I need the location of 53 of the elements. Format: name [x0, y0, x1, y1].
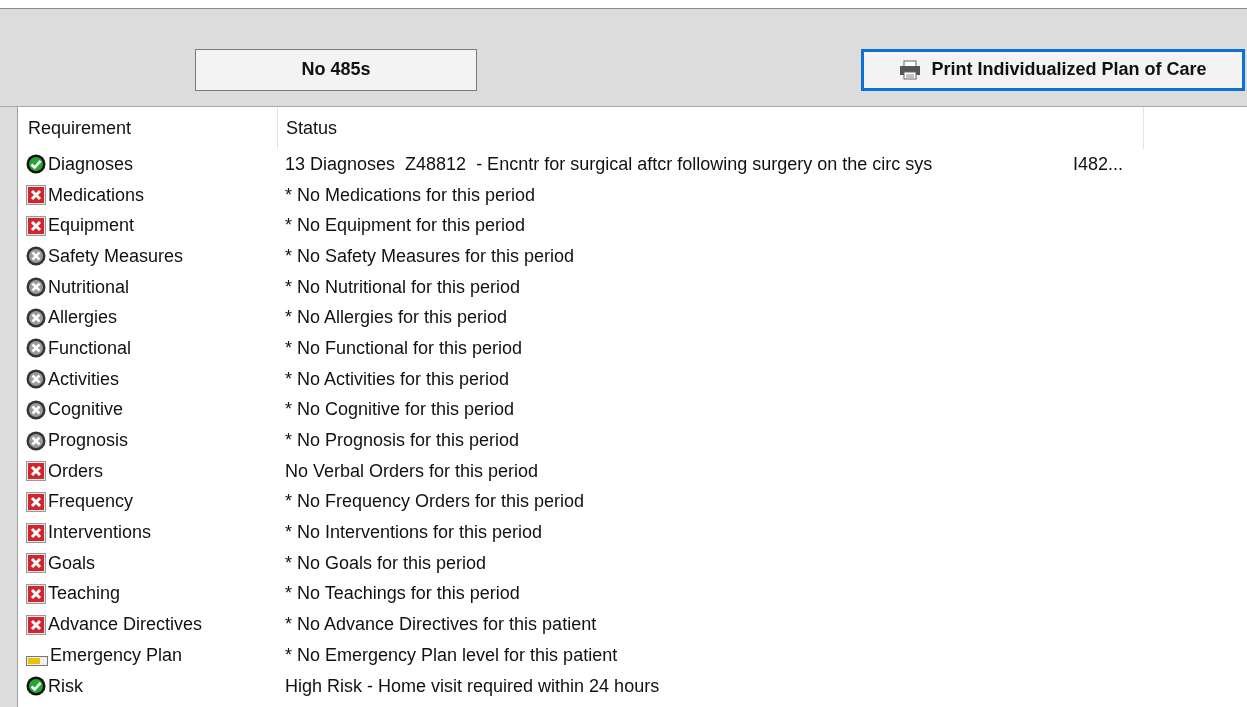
status-cell-text: High Risk - Home visit required within 24 hours	[284, 674, 661, 698]
status-cell-text: * No Safety Measures for this period	[284, 244, 576, 268]
error-icon	[26, 215, 46, 236]
error-icon	[26, 583, 46, 604]
status-cell-text: 13 Diagnoses Z48812 - Encntr for surgical aftcr following surgery on the circ sys	[284, 152, 934, 176]
no-485s-button[interactable]: No 485s	[195, 48, 477, 91]
status-cell-text: * No Frequency Orders for this period	[284, 490, 586, 514]
status-cell-text: * No Prognosis for this period	[284, 429, 521, 453]
status-cell-text: * No Teachings for this period	[284, 582, 521, 606]
error-icon	[26, 185, 46, 206]
status-cell-text: * No Advance Directives for this patient	[284, 613, 598, 637]
status-cell-text: * No Medications for this period	[284, 183, 537, 207]
code-cell-text: I482...	[1073, 152, 1125, 176]
requirement-cell-text: Goals	[48, 551, 96, 575]
error-icon	[26, 522, 46, 543]
printer-icon	[899, 59, 922, 80]
status-cell-text: * No Equipment for this period	[284, 214, 527, 238]
column-header[interactable]: Status	[277, 107, 1144, 149]
status-cell-text: * No Emergency Plan level for this patient	[284, 643, 619, 667]
requirement-cell-text: Allergies	[48, 306, 118, 330]
requirement-cell-text: Prognosis	[48, 429, 129, 453]
requirement-cell-text: Advance Directives	[48, 613, 203, 637]
status-cell-text: * No Activities for this period	[284, 367, 511, 391]
requirement-cell-text: Nutritional	[48, 275, 130, 299]
requirement-cell-text: Activities	[48, 367, 119, 391]
requirement-cell-text: Risk	[48, 674, 83, 698]
error-icon	[26, 491, 46, 512]
print-button[interactable]: Print Individualized Plan of Care	[861, 48, 1245, 91]
status-cell-text: * No Nutritional for this period	[284, 275, 522, 299]
error-icon	[26, 461, 46, 482]
status-cell-text: * No Interventions for this period	[284, 521, 544, 545]
status-cell-text: No Verbal Orders for this period	[284, 459, 540, 483]
error-icon	[26, 553, 46, 574]
requirement-cell-text: Functional	[48, 336, 132, 360]
battery-icon	[26, 655, 48, 666]
status-cell-text: * No Allergies for this period	[284, 306, 509, 330]
requirement-cell-text: Diagnoses	[48, 152, 134, 176]
requirement-cell-text: Emergency Plan	[50, 643, 183, 667]
check-icon	[26, 154, 46, 175]
requirement-cell-text: Frequency	[48, 490, 134, 514]
error-icon	[26, 614, 46, 635]
status-cell-text: * No Cognitive for this period	[284, 398, 516, 422]
requirement-cell-text: Safety Measures	[48, 244, 184, 268]
requirement-cell-text: Medications	[48, 183, 145, 207]
column-header[interactable]: Requirement	[26, 114, 277, 142]
requirement-cell-text: Teaching	[48, 582, 121, 606]
requirement-cell-text: Interventions	[48, 521, 152, 545]
requirement-cell-text: Equipment	[48, 214, 135, 238]
requirement-cell-text: Orders	[48, 459, 103, 483]
status-cell-text: * No Goals for this period	[284, 551, 488, 575]
status-cell-text: * No Functional for this period	[284, 336, 524, 360]
check-icon	[26, 676, 46, 697]
requirement-cell-text: Cognitive	[48, 398, 124, 422]
